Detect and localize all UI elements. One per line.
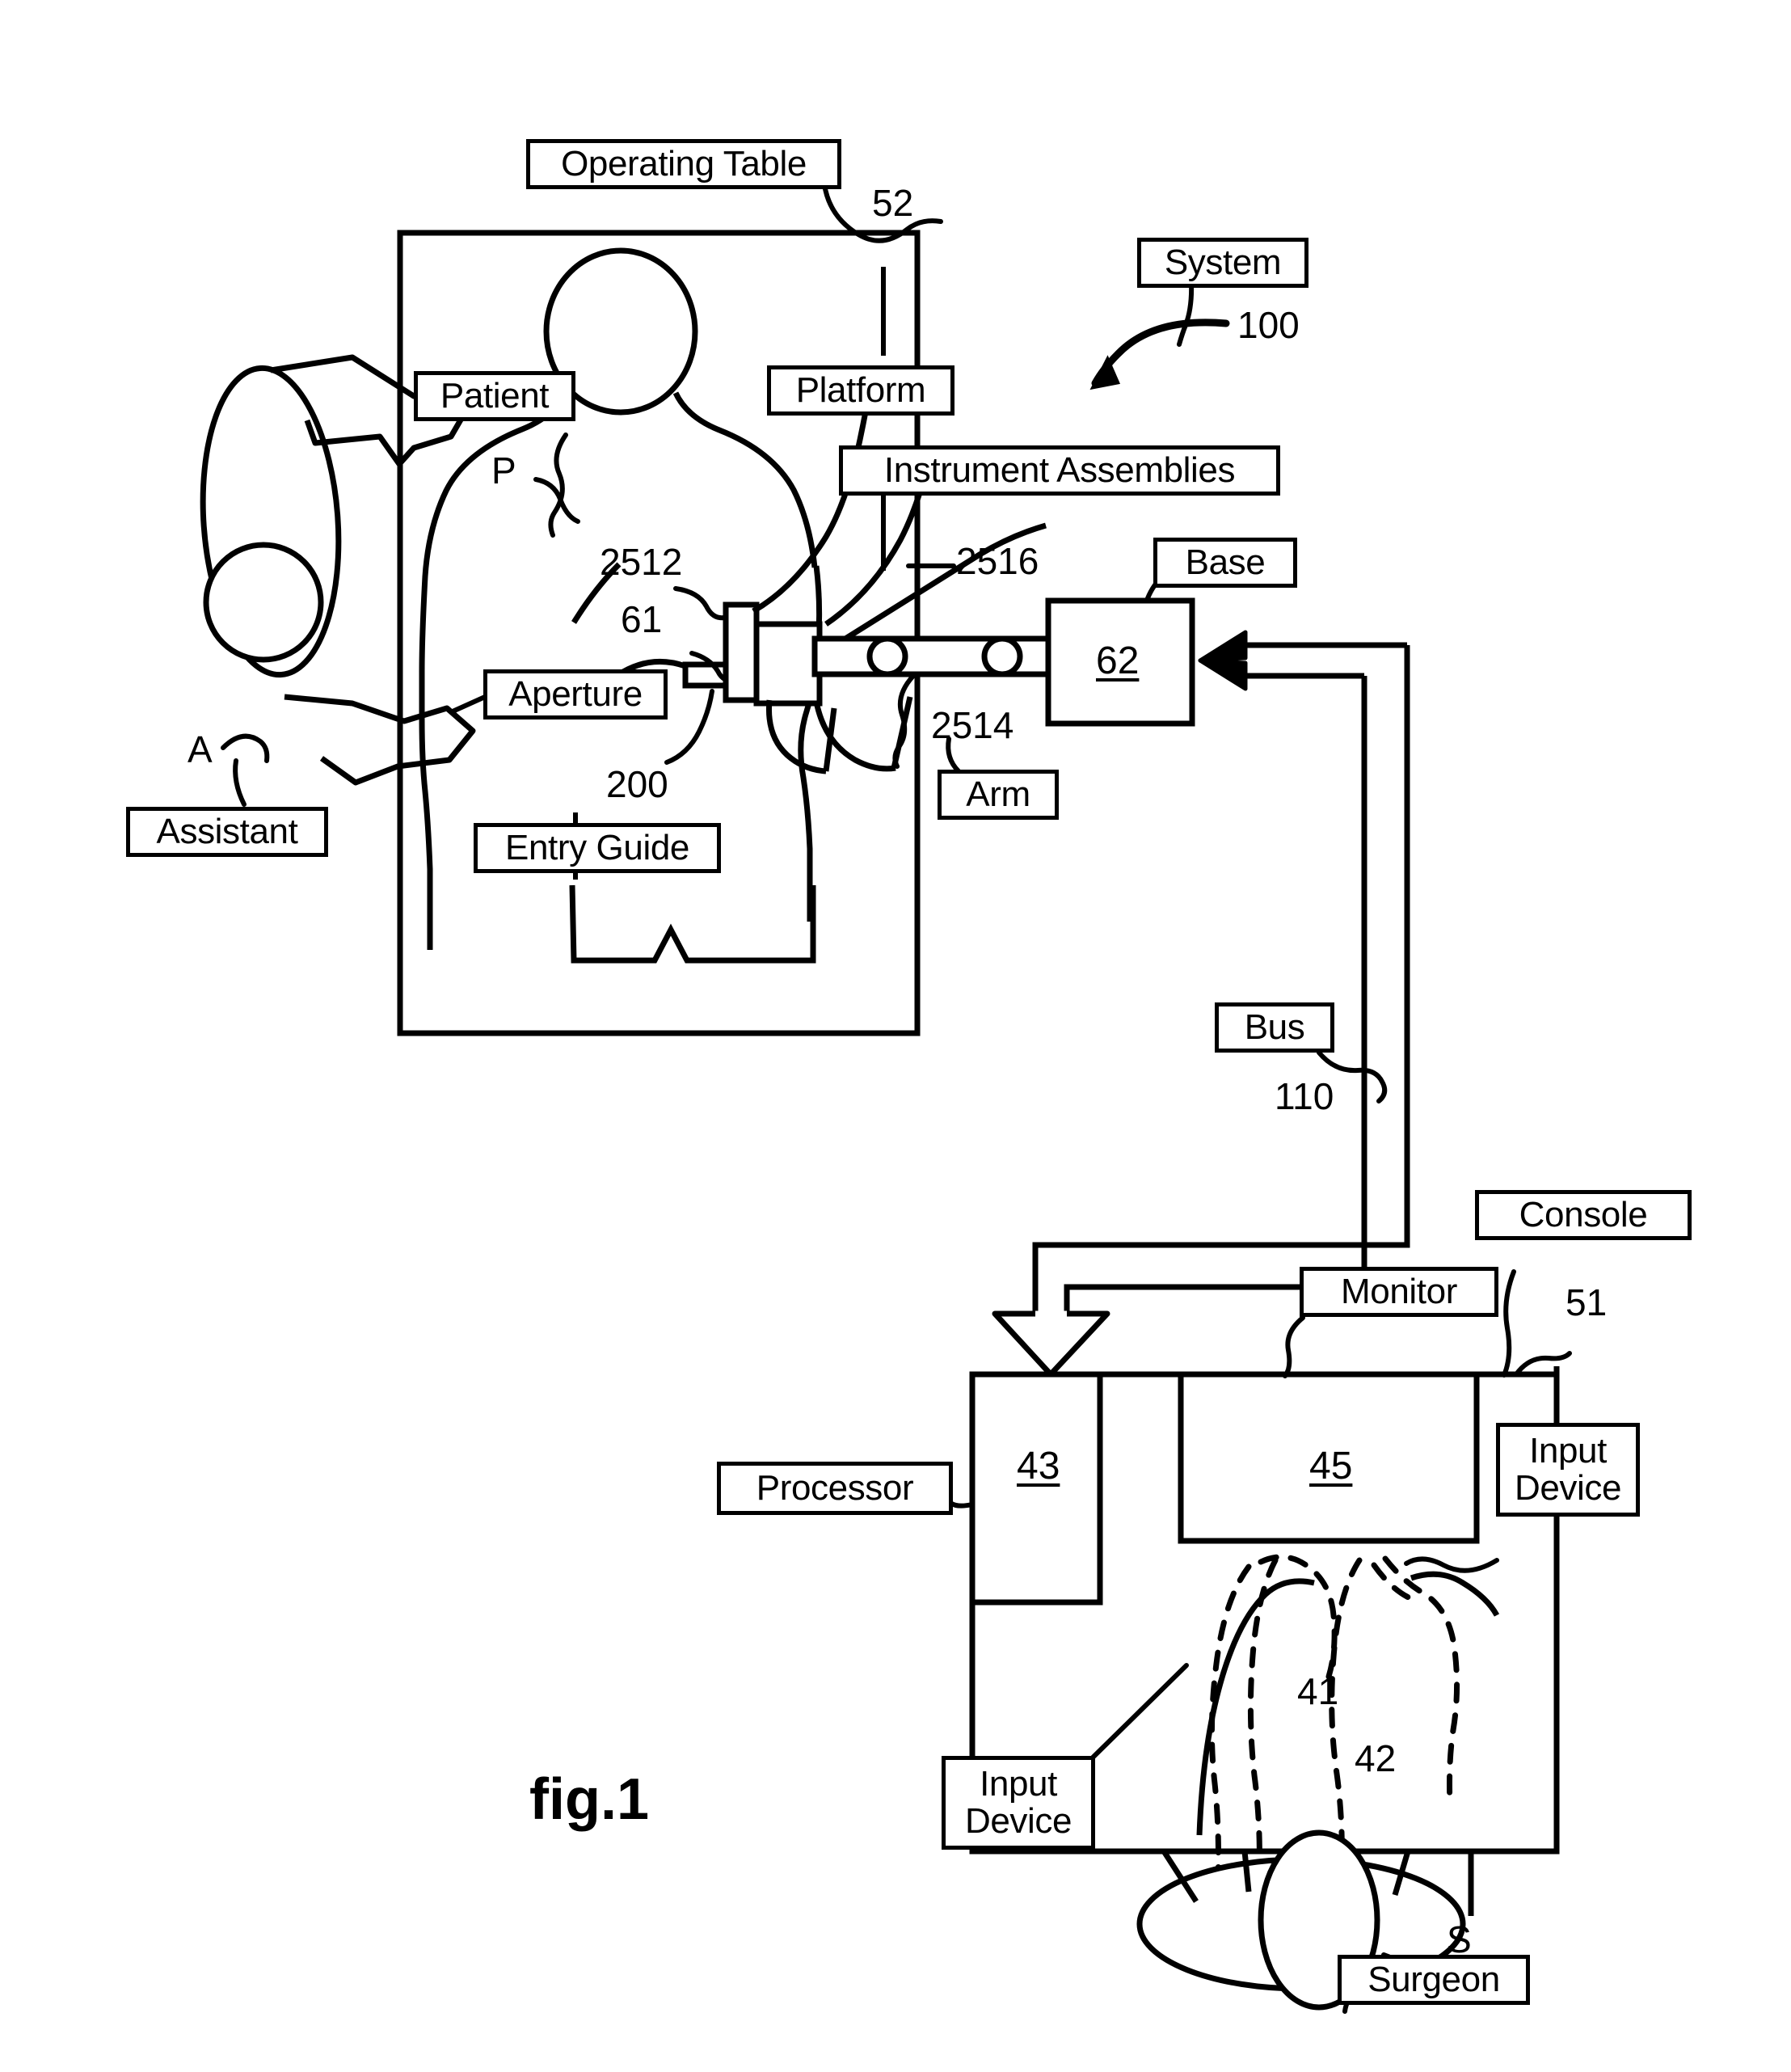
- ref-43: 43: [1017, 1445, 1060, 1488]
- label-bus-text: Bus: [1244, 1006, 1305, 1047]
- ref-45: 45: [1309, 1445, 1353, 1488]
- label-base-text: Base: [1185, 542, 1266, 582]
- label-arm[interactable]: Arm: [938, 770, 1059, 820]
- label-input-device-left[interactable]: Input Device: [942, 1756, 1095, 1850]
- base-arrowhead-lower: [1198, 658, 1248, 691]
- ref-62: 62: [1096, 639, 1140, 682]
- label-aperture[interactable]: Aperture: [483, 669, 668, 720]
- label-entry-guide-text: Entry Guide: [505, 827, 689, 867]
- label-input-device-left-line1: Input: [980, 1764, 1057, 1804]
- ref-41: 41: [1297, 1670, 1339, 1712]
- ref-2516: 2516: [956, 540, 1039, 582]
- leader-patient-P: [533, 477, 580, 524]
- ref-61: 61: [621, 598, 663, 640]
- diagram-canvas: [200, 182, 1572, 2014]
- label-arm-text: Arm: [966, 774, 1030, 814]
- label-input-device-right[interactable]: Input Device: [1496, 1423, 1640, 1517]
- assistant-head: [203, 542, 324, 663]
- input-device-42: [1329, 1555, 1460, 1877]
- label-system[interactable]: System: [1137, 238, 1308, 288]
- platform-plate: [723, 601, 760, 703]
- surgeon-line-2: [1241, 1850, 1252, 1893]
- label-monitor[interactable]: Monitor: [1300, 1267, 1498, 1317]
- leader-2512: [673, 586, 727, 621]
- patient-legs: [569, 884, 816, 964]
- bus-line-inner: [1064, 676, 1367, 1314]
- ref-42: 42: [1355, 1737, 1397, 1779]
- ref-P: P: [491, 449, 516, 492]
- surgeon-shoulder-right: [1410, 1571, 1500, 1617]
- system-arrowhead: [1089, 355, 1121, 390]
- leader-input-device-left: [1090, 1663, 1189, 1760]
- figure-caption: fig.1: [529, 1766, 649, 1833]
- label-operating-table-text: Operating Table: [561, 143, 807, 184]
- ref-A: A: [188, 728, 213, 770]
- leader-monitor: [1283, 1315, 1305, 1378]
- base-arrowhead-upper: [1198, 630, 1248, 663]
- instrument-assembly-block: [753, 621, 823, 707]
- console-block-arrowhead: [992, 1310, 1110, 1378]
- leader-input-device-right: [1404, 1556, 1499, 1573]
- label-instrument-assemblies[interactable]: Instrument Assemblies: [839, 445, 1280, 496]
- patent-figure: Operating Table 52 System 100 Patient P …: [0, 0, 1791, 2072]
- arm-joint-2: [981, 635, 1023, 677]
- processor-box: [972, 1371, 1103, 1606]
- ref-2514: 2514: [931, 704, 1014, 746]
- arm-joint-1: [866, 635, 908, 677]
- leader-console-51: [1514, 1351, 1572, 1377]
- label-bus[interactable]: Bus: [1215, 1002, 1334, 1053]
- assistant-lower-arm: [284, 694, 476, 786]
- label-input-device-left-line2: Device: [964, 1801, 1072, 1841]
- label-processor-text: Processor: [756, 1467, 914, 1508]
- label-input-device-right-line2: Device: [1514, 1468, 1622, 1508]
- leader-assistant-A: [221, 733, 270, 763]
- label-base[interactable]: Base: [1153, 538, 1297, 588]
- ref-2512: 2512: [600, 541, 683, 583]
- leader-console: [1502, 1269, 1516, 1378]
- label-operating-table[interactable]: Operating Table: [526, 139, 841, 189]
- label-assistant-text: Assistant: [156, 811, 298, 851]
- patient-body-right: [672, 391, 818, 568]
- label-console-text: Console: [1519, 1194, 1648, 1234]
- label-platform-text: Platform: [795, 369, 926, 410]
- ref-110: 110: [1275, 1075, 1334, 1117]
- leader-assistant-label: [233, 758, 247, 807]
- figure-caption-text: fig.1: [529, 1767, 650, 1832]
- label-system-text: System: [1164, 242, 1282, 282]
- label-assistant[interactable]: Assistant: [126, 807, 328, 857]
- label-monitor-text: Monitor: [1341, 1271, 1457, 1311]
- label-aperture-text: Aperture: [508, 673, 643, 714]
- ref-200: 200: [606, 763, 668, 805]
- label-console[interactable]: Console: [1475, 1190, 1692, 1240]
- patient-body-right-lower: [798, 565, 823, 922]
- ref-52: 52: [872, 182, 914, 224]
- label-patient-text: Patient: [440, 375, 550, 416]
- label-platform[interactable]: Platform: [767, 365, 954, 416]
- bus-line-outer: [1032, 645, 1410, 1314]
- leader-200: [664, 689, 714, 765]
- leader-2514: [892, 673, 916, 769]
- label-instrument-assemblies-text: Instrument Assemblies: [883, 449, 1236, 490]
- label-patient[interactable]: Patient: [414, 371, 575, 421]
- label-processor[interactable]: Processor: [717, 1462, 953, 1515]
- label-input-device-right-line1: Input: [1529, 1431, 1607, 1471]
- label-surgeon-text: Surgeon: [1367, 1959, 1500, 1999]
- leader-aperture: [450, 694, 487, 714]
- label-surgeon[interactable]: Surgeon: [1338, 1955, 1530, 2005]
- label-entry-guide[interactable]: Entry Guide: [474, 823, 721, 873]
- ref-51: 51: [1566, 1281, 1608, 1323]
- ref-100: 100: [1237, 304, 1300, 346]
